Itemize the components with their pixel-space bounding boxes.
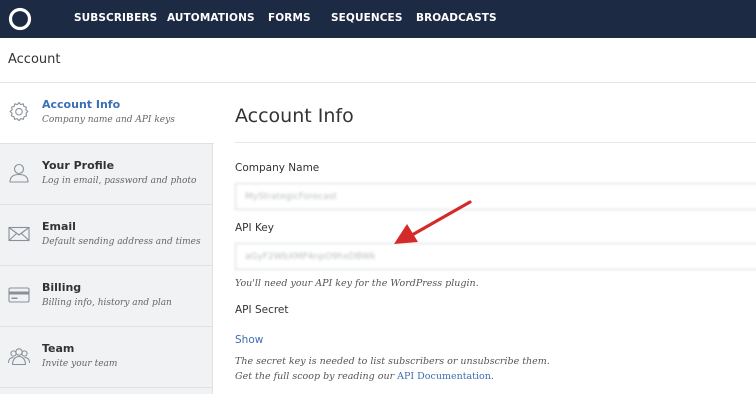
team-icon bbox=[8, 348, 30, 366]
sidebar-item-account-info[interactable]: Account Info Company name and API keys bbox=[0, 83, 214, 144]
sidebar-item-subtitle: Default sending address and times bbox=[42, 237, 201, 247]
envelope-icon bbox=[8, 226, 30, 242]
page-title: Account bbox=[8, 52, 61, 67]
api-secret-label: API Secret bbox=[235, 304, 289, 316]
gear-icon bbox=[9, 101, 29, 122]
api-key-field[interactable]: aGyF2WbXMP4npO9hxDBWk bbox=[235, 243, 756, 270]
sidebar-item-title: Team bbox=[42, 342, 75, 355]
sidebar-item-subtitle: Invite your team bbox=[42, 359, 118, 369]
company-name-label: Company Name bbox=[235, 162, 320, 174]
nav-broadcasts[interactable]: BROADCASTS bbox=[416, 12, 497, 24]
documentation-help-prefix: Get the full scoop by reading our bbox=[235, 371, 395, 382]
secret-help-text: The secret key is needed to list subscri… bbox=[235, 356, 550, 367]
sidebar-item-subtitle: Log in email, password and photo bbox=[42, 176, 197, 186]
api-key-help-text: You'll need your API key for the WordPre… bbox=[235, 278, 479, 289]
section-title: Account Info bbox=[235, 105, 354, 127]
top-navigation-bar: SUBSCRIBERS AUTOMATIONS FORMS SEQUENCES … bbox=[0, 0, 756, 38]
sidebar-item-subtitle: Company name and API keys bbox=[42, 115, 175, 125]
nav-forms[interactable]: FORMS bbox=[268, 12, 311, 24]
sidebar-item-title: Billing bbox=[42, 281, 82, 294]
documentation-help-period: . bbox=[490, 371, 494, 382]
sidebar-item-billing[interactable]: Billing Billing info, history and plan bbox=[0, 266, 213, 327]
sidebar: Account Info Company name and API keys Y… bbox=[0, 83, 214, 394]
annotation-arrow-icon bbox=[394, 200, 472, 244]
app-logo-icon[interactable] bbox=[7, 6, 33, 32]
nav-subscribers[interactable]: SUBSCRIBERS bbox=[74, 12, 157, 24]
nav-sequences[interactable]: SEQUENCES bbox=[331, 12, 403, 24]
credit-card-icon bbox=[8, 287, 30, 303]
title-divider bbox=[235, 142, 756, 143]
sidebar-item-title: Account Info bbox=[42, 98, 121, 111]
api-documentation-link[interactable]: API Documentation bbox=[397, 371, 491, 382]
sidebar-item-title: Email bbox=[42, 220, 76, 233]
api-key-label: API Key bbox=[235, 222, 274, 234]
sidebar-item-your-profile[interactable]: Your Profile Log in email, password and … bbox=[0, 144, 213, 205]
user-icon bbox=[9, 163, 29, 183]
sidebar-item-email[interactable]: Email Default sending address and times bbox=[0, 205, 213, 266]
show-secret-link[interactable]: Show bbox=[235, 334, 263, 346]
company-name-field[interactable]: MyStrategicForecast bbox=[235, 183, 756, 210]
sidebar-item-subtitle: Billing info, history and plan bbox=[42, 298, 172, 308]
sidebar-item-team[interactable]: Team Invite your team bbox=[0, 327, 213, 388]
page-header: Account bbox=[0, 38, 756, 83]
nav-automations[interactable]: AUTOMATIONS bbox=[167, 12, 255, 24]
sidebar-item-title: Your Profile bbox=[42, 159, 115, 172]
documentation-help-text: Get the full scoop by reading our API Do… bbox=[235, 371, 494, 382]
